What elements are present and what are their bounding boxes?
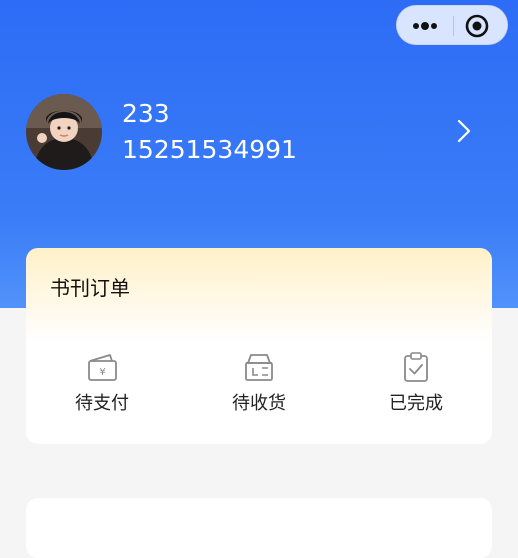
wallet-yen-icon: ¥ [88, 354, 117, 381]
order-status-pending-payment[interactable]: ¥ 待支付 [42, 350, 162, 420]
order-status-completed[interactable]: 已完成 [356, 350, 476, 420]
svg-text:¥: ¥ [99, 367, 105, 378]
avatar[interactable] [26, 94, 102, 170]
mini-program-capsule [396, 5, 508, 45]
orders-card-title: 书刊订单 [50, 276, 130, 300]
capsule-divider [453, 16, 454, 36]
clipboard-check-icon [404, 352, 428, 382]
more-options-icon[interactable] [411, 15, 439, 37]
profile-username: 233 [122, 99, 170, 128]
avatar-photo [26, 94, 102, 170]
close-mini-program-icon[interactable] [465, 14, 489, 38]
order-status-pending-receipt[interactable]: 待收货 [199, 350, 319, 420]
orders-card: 书刊订单 ¥ 待支付 待收货 已完成 [26, 248, 492, 444]
package-box-icon [245, 354, 273, 381]
order-status-label: 待收货 [232, 393, 286, 414]
order-status-label: 已完成 [389, 393, 443, 414]
order-status-label: 待支付 [75, 393, 129, 414]
chevron-right-icon[interactable] [454, 118, 474, 144]
profile-phone-number: 15251534991 [122, 135, 297, 164]
secondary-card [26, 498, 492, 558]
